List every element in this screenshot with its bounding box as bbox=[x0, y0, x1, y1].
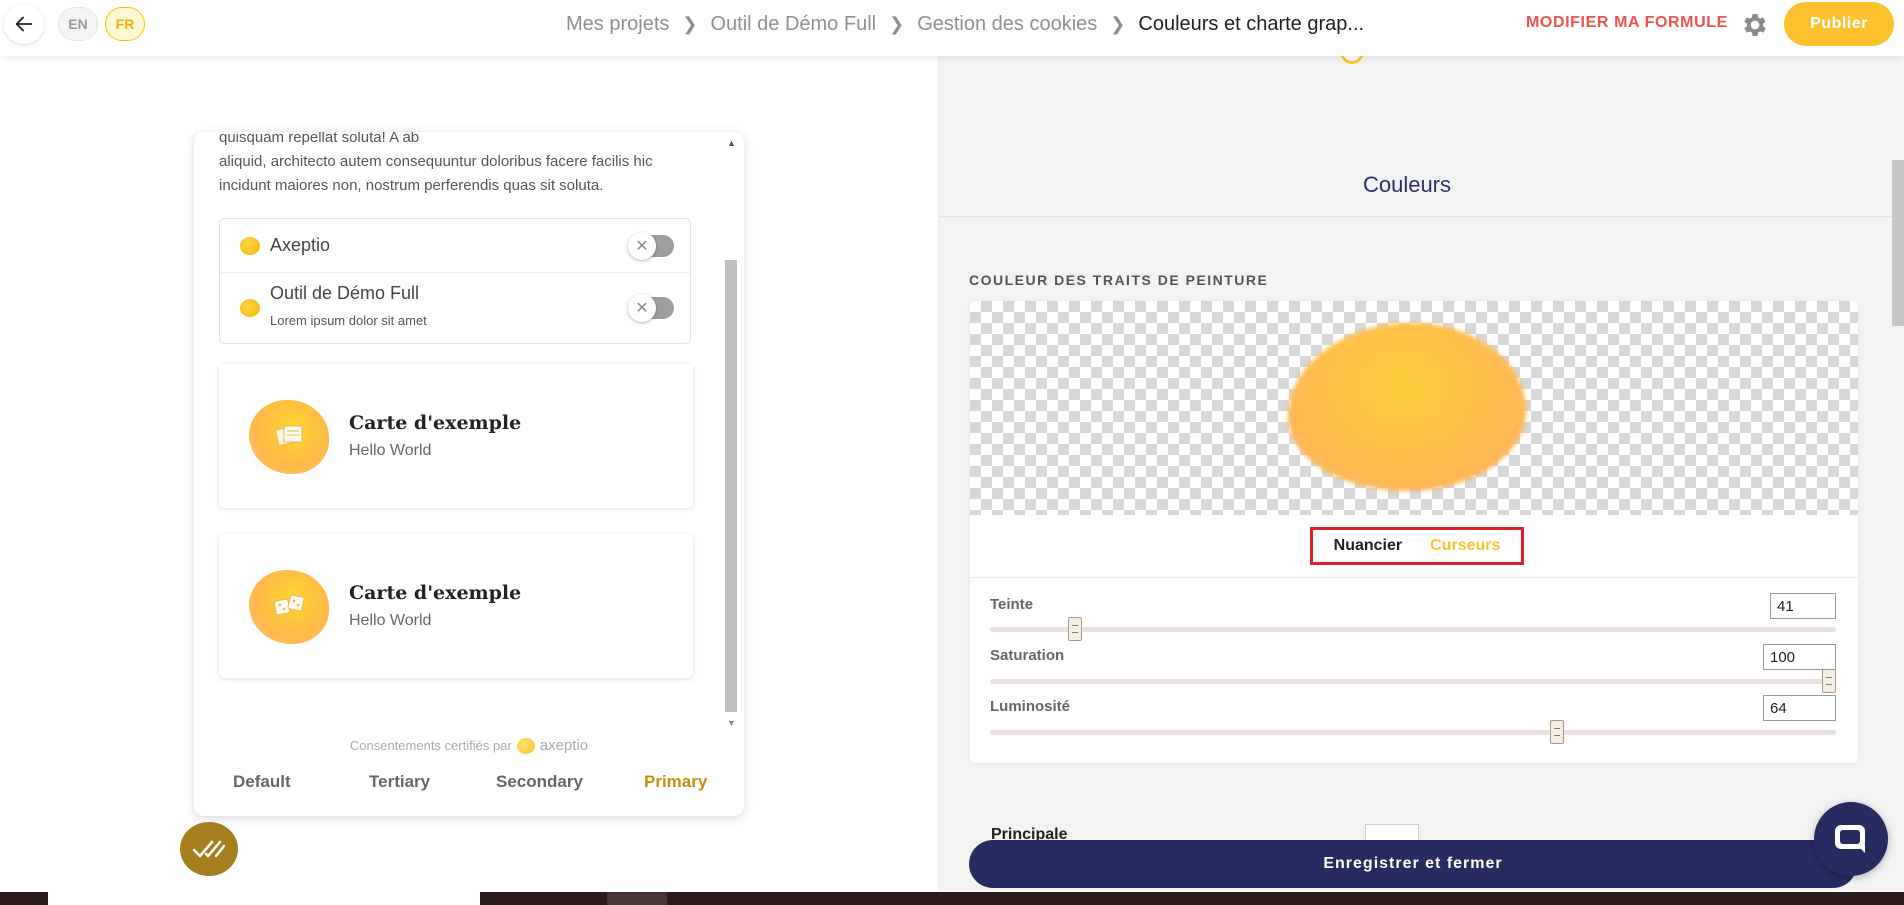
card-illustration bbox=[249, 400, 329, 474]
mode-nuancier-tab[interactable]: Nuancier bbox=[1334, 537, 1402, 555]
vendor-logo-icon bbox=[240, 299, 260, 317]
lang-fr-button[interactable]: FR bbox=[105, 7, 145, 41]
paint-stroke-preview bbox=[1288, 323, 1526, 491]
breadcrumb-tool[interactable]: Outil de Démo Full bbox=[710, 13, 876, 36]
dice-icon bbox=[273, 594, 305, 616]
vendor-toggle[interactable]: ✕ bbox=[628, 232, 674, 260]
os-taskbar bbox=[0, 892, 1904, 905]
preview-scrollbar-thumb[interactable] bbox=[725, 260, 737, 712]
hue-label: Teinte bbox=[990, 596, 1034, 613]
saturation-label: Saturation bbox=[990, 647, 1065, 664]
preview-scrollbar[interactable]: ▲ ▼ bbox=[724, 138, 738, 728]
taskbar-item[interactable] bbox=[607, 892, 667, 905]
save-and-close-button[interactable]: Enregistrer et fermer bbox=[969, 840, 1857, 888]
vendor-title: Axeptio bbox=[270, 235, 331, 255]
saturation-slider[interactable] bbox=[990, 669, 1836, 693]
luminosity-input[interactable] bbox=[1763, 695, 1836, 721]
picker-mode-switch: Nuancier Curseurs bbox=[1310, 527, 1524, 565]
toggle-x-icon: ✕ bbox=[628, 294, 656, 322]
checkmarks-icon bbox=[192, 840, 226, 858]
consent-preview-widget: quisquam repellat soluta! A ab aliquid, … bbox=[194, 132, 744, 816]
scroll-up-arrow-icon[interactable]: ▲ bbox=[727, 138, 736, 148]
certified-footer: Consentements certifiés par axeptio bbox=[349, 737, 589, 754]
hue-slider-thumb[interactable] bbox=[1067, 617, 1082, 641]
luminosity-slider[interactable] bbox=[990, 720, 1836, 744]
panel-scrollbar-thumb[interactable] bbox=[1892, 160, 1904, 326]
chevron-right-icon: ❯ bbox=[1110, 13, 1126, 34]
tab-primary[interactable]: Primary bbox=[644, 772, 707, 792]
color-preview-area bbox=[970, 301, 1858, 515]
breadcrumb-projects[interactable]: Mes projets bbox=[566, 13, 669, 36]
accept-all-button[interactable] bbox=[180, 822, 238, 876]
scroll-down-arrow-icon[interactable]: ▼ bbox=[727, 718, 736, 728]
gear-icon bbox=[1744, 14, 1766, 36]
card-title: Carte d'exemple bbox=[349, 582, 522, 604]
taskbar-search[interactable] bbox=[48, 892, 480, 905]
tab-default[interactable]: Default bbox=[233, 772, 291, 792]
luminosity-label: Luminosité bbox=[990, 698, 1071, 715]
back-button[interactable] bbox=[4, 4, 44, 44]
example-card[interactable]: Carte d'exemple Hello World bbox=[219, 534, 693, 678]
vendor-list: Axeptio ✕ Outil de Démo Full Lorem ipsum… bbox=[219, 218, 691, 344]
divider bbox=[939, 216, 1904, 217]
vendor-row: Outil de Démo Full Lorem ipsum dolor sit… bbox=[220, 273, 690, 343]
vendor-toggle[interactable]: ✕ bbox=[628, 294, 674, 322]
card-subtitle: Hello World bbox=[349, 442, 432, 459]
vendor-logo-icon bbox=[240, 237, 260, 255]
color-picker-card: Nuancier Curseurs Teinte Saturation Lumi… bbox=[970, 301, 1858, 763]
panel-title: Couleurs bbox=[1362, 172, 1452, 197]
hue-slider[interactable] bbox=[990, 617, 1836, 641]
luminosity-slider-thumb[interactable] bbox=[1549, 720, 1564, 744]
card-illustration bbox=[249, 570, 329, 644]
chat-bubble-icon bbox=[1835, 825, 1865, 853]
axeptio-brand: axeptio bbox=[539, 737, 589, 754]
card-title: Carte d'exemple bbox=[349, 412, 522, 434]
breadcrumb-current: Couleurs et charte grap... bbox=[1138, 12, 1365, 35]
example-card[interactable]: Carte d'exemple Hello World bbox=[219, 364, 693, 508]
button-style-tabs: Default Tertiary Secondary Primary bbox=[194, 772, 744, 802]
saturation-input[interactable] bbox=[1763, 644, 1836, 670]
chevron-right-icon: ❯ bbox=[682, 13, 698, 34]
breadcrumb: Mes projets ❯ Outil de Démo Full ❯ Gesti… bbox=[566, 0, 1364, 48]
lang-en-button[interactable]: EN bbox=[58, 7, 98, 41]
chat-launcher-button[interactable] bbox=[1814, 802, 1888, 876]
vendor-title: Outil de Démo Full bbox=[270, 283, 420, 303]
arrow-left-icon bbox=[15, 16, 33, 32]
top-bar: EN FR Mes projets ❯ Outil de Démo Full ❯… bbox=[0, 0, 1904, 56]
axeptio-logo-icon bbox=[516, 737, 535, 754]
modify-plan-link[interactable]: MODIFIER MA FORMULE bbox=[1526, 14, 1728, 32]
saturation-slider-thumb[interactable] bbox=[1822, 669, 1836, 693]
tab-tertiary[interactable]: Tertiary bbox=[369, 772, 430, 792]
hue-input[interactable] bbox=[1770, 593, 1836, 619]
preview-body-text: quisquam repellat soluta! A ab aliquid, … bbox=[219, 132, 653, 194]
breadcrumb-cookies[interactable]: Gestion des cookies bbox=[917, 13, 1097, 36]
mode-curseurs-tab[interactable]: Curseurs bbox=[1430, 537, 1500, 555]
chevron-right-icon: ❯ bbox=[889, 13, 905, 34]
documents-icon bbox=[274, 425, 303, 447]
vendor-subtitle: Lorem ipsum dolor sit amet bbox=[270, 313, 427, 328]
settings-button[interactable] bbox=[1740, 10, 1770, 40]
divider bbox=[970, 577, 1858, 578]
vendor-row: Axeptio ✕ bbox=[220, 219, 690, 273]
publish-button[interactable]: Publier bbox=[1784, 2, 1894, 46]
top-slider-thumb[interactable] bbox=[1340, 56, 1364, 64]
settings-panel: Couleurs COULEUR DES TRAITS DE PEINTURE … bbox=[938, 56, 1904, 890]
tab-secondary[interactable]: Secondary bbox=[496, 772, 583, 792]
card-subtitle: Hello World bbox=[349, 612, 432, 629]
toggle-x-icon: ✕ bbox=[628, 232, 656, 260]
section-label: COULEUR DES TRAITS DE PEINTURE bbox=[969, 272, 1269, 288]
